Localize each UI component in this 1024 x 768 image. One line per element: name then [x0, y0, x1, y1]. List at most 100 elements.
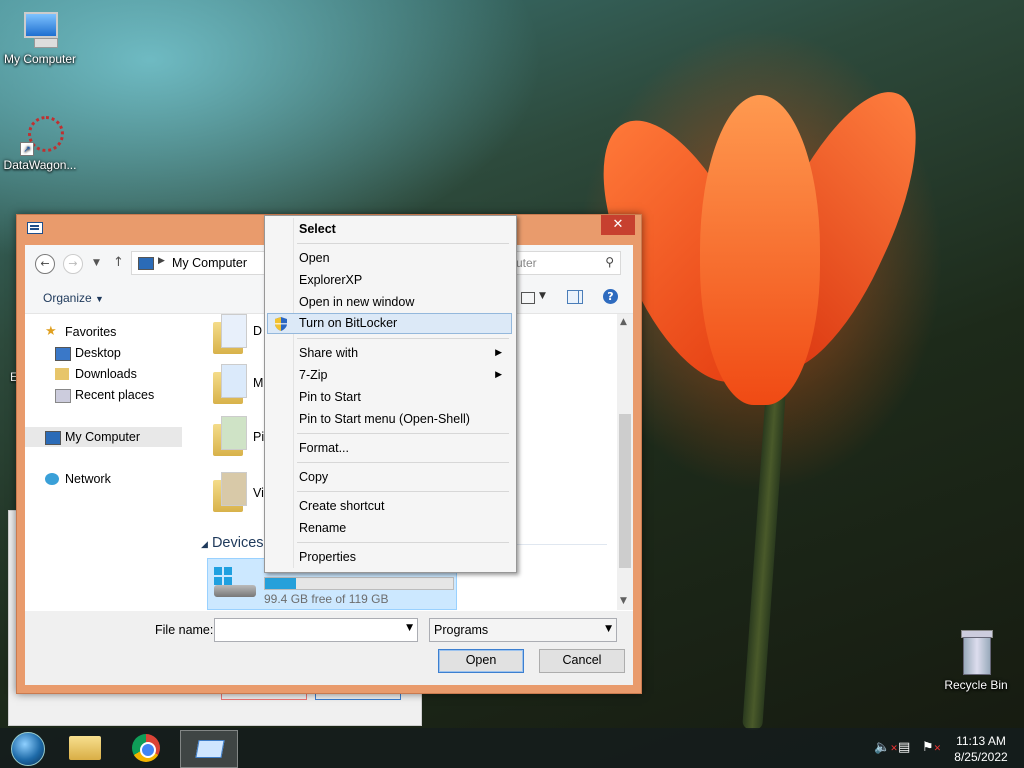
desktop-icon	[55, 347, 71, 361]
nav-label: My Computer	[65, 430, 141, 444]
recent-locations-dropdown[interactable]: ▼	[93, 258, 100, 268]
address-field[interactable]: ▶ My Computer	[131, 251, 273, 275]
vertical-scrollbar[interactable]: ▲ ▼	[617, 314, 633, 610]
menu-item-label: Share with	[299, 346, 359, 360]
menu-item-rename[interactable]: Rename	[267, 518, 512, 539]
clock-time: 11:13 AM	[956, 734, 1006, 748]
help-icon[interactable]: ?	[603, 289, 618, 304]
start-orb-icon	[11, 732, 45, 766]
nav-label: Recent places	[75, 388, 155, 402]
view-options-icon[interactable]	[521, 292, 535, 304]
menu-separator	[297, 462, 509, 463]
up-button[interactable]: ↑	[113, 255, 124, 270]
menu-item-open[interactable]: Open	[267, 248, 512, 269]
datawagon-icon: ↗	[20, 116, 64, 156]
star-icon: ★	[45, 323, 57, 338]
nav-label: Desktop	[75, 346, 121, 360]
forward-button[interactable]: →	[63, 254, 83, 274]
recycle-bin-icon	[959, 630, 993, 675]
cancel-button[interactable]: Cancel	[539, 649, 625, 673]
organize-label: Organize	[43, 291, 92, 305]
menu-item-pin-to-start[interactable]: Pin to Start	[267, 387, 512, 408]
videos-folder-icon[interactable]	[213, 472, 247, 512]
menu-item-explorerxp[interactable]: ExplorerXP	[267, 270, 512, 291]
context-menu: Select Open ExplorerXP Open in new windo…	[264, 215, 517, 573]
nav-label: Favorites	[65, 325, 117, 339]
scrollbar-thumb[interactable]	[619, 414, 631, 568]
scroll-up-arrow-icon[interactable]: ▲	[620, 317, 627, 327]
folder-label[interactable]: Vi	[253, 486, 264, 500]
search-icon: ⚲	[605, 255, 614, 269]
menu-item-label: 7-Zip	[299, 368, 328, 382]
taskbar: 🔈✕ ▤ ⚑✕ 11:13 AM 8/25/2022	[0, 728, 1024, 768]
network-icon[interactable]: ▤	[898, 740, 910, 755]
menu-item-label: Format...	[299, 441, 350, 455]
volume-muted-icon[interactable]: 🔈✕	[874, 740, 898, 755]
folder-label[interactable]: Pi	[253, 430, 264, 444]
window-icon	[195, 740, 225, 758]
documents-folder-icon[interactable]	[213, 314, 247, 354]
start-button[interactable]	[2, 730, 56, 766]
desktop-icon-label: DataWagon...	[3, 158, 77, 172]
menu-item-label: Create shortcut	[299, 499, 385, 513]
address-location: My Computer	[172, 256, 248, 270]
navigation-pane: ★ Favorites Desktop Downloads Recent pla…	[25, 314, 187, 610]
file-name-input[interactable]: ▼	[214, 618, 418, 642]
menu-item-select[interactable]: Select	[267, 219, 512, 240]
menu-item-7-zip[interactable]: 7-Zip ▶	[267, 365, 512, 386]
drive-usage-fill	[265, 578, 297, 589]
uac-shield-icon	[275, 317, 287, 331]
menu-item-properties[interactable]: Properties	[267, 547, 512, 568]
desktop-icon-label: My Computer	[3, 52, 77, 66]
back-button[interactable]: ←	[35, 254, 55, 274]
nav-label: Network	[65, 472, 111, 486]
menu-item-label: Select	[299, 222, 336, 236]
scroll-down-arrow-icon[interactable]: ▼	[620, 596, 627, 606]
close-button[interactable]: ✕	[601, 215, 635, 235]
window-icon	[27, 222, 43, 234]
folder-label[interactable]: D	[253, 324, 262, 338]
view-dropdown-icon[interactable]: ▼	[539, 291, 546, 301]
menu-item-format[interactable]: Format...	[267, 438, 512, 459]
action-center-icon[interactable]: ⚑✕	[922, 740, 941, 755]
desktop-icon-recycle-bin[interactable]: Recycle Bin	[936, 630, 1016, 692]
search-placeholder: uter	[516, 256, 537, 270]
submenu-arrow-icon: ▶	[495, 347, 502, 357]
collapse-icon: ◢	[201, 539, 208, 549]
chevron-down-icon[interactable]: ▼	[406, 623, 413, 633]
preview-pane-icon[interactable]	[567, 290, 583, 304]
menu-separator	[297, 243, 509, 244]
menu-item-pin-to-start-menu[interactable]: Pin to Start menu (Open-Shell)	[267, 409, 512, 430]
computer-icon	[138, 257, 154, 270]
open-button[interactable]: Open	[438, 649, 524, 673]
file-type-value: Programs	[434, 623, 489, 637]
menu-separator	[297, 542, 509, 543]
organize-button[interactable]: Organize ▼	[43, 291, 104, 305]
taskbar-chrome[interactable]	[120, 730, 174, 766]
music-folder-icon[interactable]	[213, 364, 247, 404]
search-input[interactable]: uter ⚲	[515, 251, 621, 275]
file-type-select[interactable]: Programs ▼	[429, 618, 617, 642]
menu-item-open-new-window[interactable]: Open in new window	[267, 292, 512, 313]
menu-item-create-shortcut[interactable]: Create shortcut	[267, 496, 512, 517]
menu-item-share-with[interactable]: Share with ▶	[267, 343, 512, 364]
system-clock[interactable]: 11:13 AM 8/25/2022	[946, 733, 1016, 765]
clock-date: 8/25/2022	[954, 750, 1008, 764]
menu-item-turn-on-bitlocker[interactable]: Turn on BitLocker	[267, 313, 512, 334]
taskbar-open-dialog[interactable]	[180, 730, 238, 768]
folder-label[interactable]: M	[253, 376, 263, 390]
desktop-icon-my-computer[interactable]: My Computer	[0, 10, 80, 66]
taskbar-file-explorer[interactable]	[58, 730, 112, 766]
desktop-icon-datawagon[interactable]: ↗ DataWagon...	[0, 116, 80, 172]
network-icon	[45, 473, 59, 485]
menu-separator	[297, 491, 509, 492]
pictures-folder-icon[interactable]	[213, 416, 247, 456]
folder-icon	[69, 736, 101, 760]
menu-item-copy[interactable]: Copy	[267, 467, 512, 488]
file-name-label: File name:	[155, 623, 214, 637]
menu-item-label: Pin to Start menu (Open-Shell)	[299, 412, 470, 426]
menu-item-label: Open	[299, 251, 330, 265]
menu-item-label: Turn on BitLocker	[299, 316, 398, 330]
menu-item-label: Open in new window	[299, 295, 415, 309]
downloads-icon	[55, 368, 69, 380]
